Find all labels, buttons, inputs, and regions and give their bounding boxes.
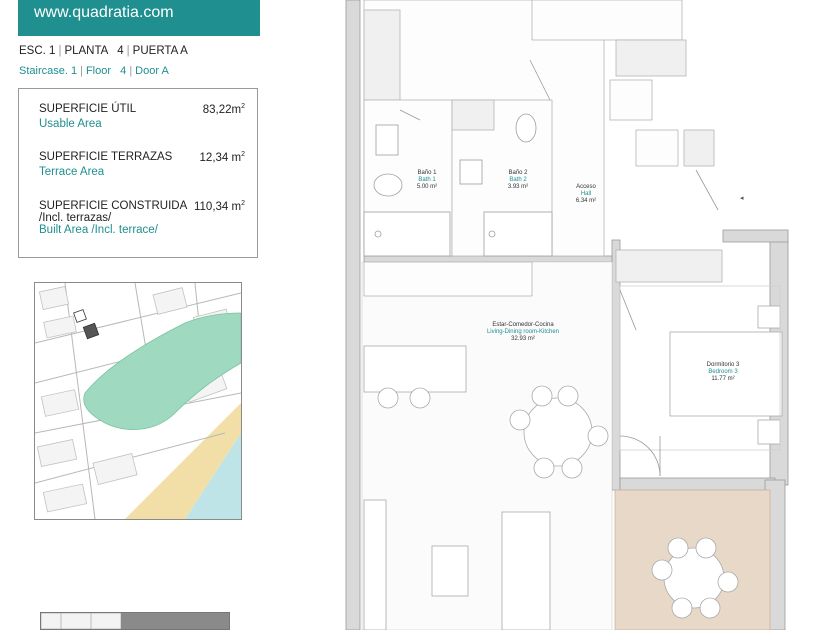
room-label-living: Estar-Comedor-Cocina Living-Dining room-… xyxy=(486,322,560,342)
usable-area-value: 83,22m2 xyxy=(202,103,245,116)
room-label-hall: Acceso Hall 6.34 m² xyxy=(575,184,597,204)
area-summary-box: SUPERFICIE ÚTIL Usable Area 83,22m2 SUPE… xyxy=(18,88,258,258)
site-location-map xyxy=(34,282,242,520)
room-label-bedroom3: Dormitorio 3 Bedroom 3 11.77 m² xyxy=(706,362,740,382)
room-label-bath2: Baño 2 Bath 2 3.93 m² xyxy=(507,170,529,190)
built-area-label-incl: /Incl. terrazas/ xyxy=(39,212,112,224)
terrace-area-value: 12,34 m2 xyxy=(199,151,245,164)
staircase-es: ESC. 1 xyxy=(19,45,56,57)
building-keyplan xyxy=(40,612,230,630)
site-map-drawing xyxy=(35,283,241,519)
unit-info-en: Staircase. 1 | Floor 4 | Door A xyxy=(19,65,169,77)
terrace-area-label-en: Terrace Area xyxy=(39,166,105,178)
built-area-label-en: Built Area /Incl. terrace/ xyxy=(39,224,158,236)
built-area-row: SUPERFICIE CONSTRUIDA /Incl. terrazas/ B… xyxy=(39,200,245,236)
staircase-en: Staircase. 1 xyxy=(19,65,78,77)
usable-area-label-en: Usable Area xyxy=(39,118,102,130)
floor-plan: ◂ Baño 1 Bath 1 5.00 m² Baño 2 Bath 2 3.… xyxy=(340,0,840,631)
usable-area-row: SUPERFICIE ÚTIL Usable Area 83,22m2 xyxy=(39,103,245,130)
floor-plan-drawing: ◂ xyxy=(345,0,789,631)
room-label-bath1: Baño 1 Bath 1 5.00 m² xyxy=(416,170,438,190)
door-en: Door A xyxy=(135,65,169,77)
floor-es: PLANTA 4 xyxy=(64,45,124,57)
terrace-area-row: SUPERFICIE TERRAZAS Terrace Area 12,34 m… xyxy=(39,151,245,178)
door-es: PUERTA A xyxy=(132,45,188,57)
brand-header: www.quadratia.com xyxy=(18,0,260,36)
built-area-value: 110,34 m2 xyxy=(193,200,245,213)
floor-en: Floor 4 xyxy=(85,65,127,77)
unit-info-es: ESC. 1 | PLANTA 4 | PUERTA A xyxy=(19,45,188,57)
svg-text:◂: ◂ xyxy=(740,195,744,202)
keyplan-drawing xyxy=(41,613,229,629)
website-url[interactable]: www.quadratia.com xyxy=(34,4,174,22)
